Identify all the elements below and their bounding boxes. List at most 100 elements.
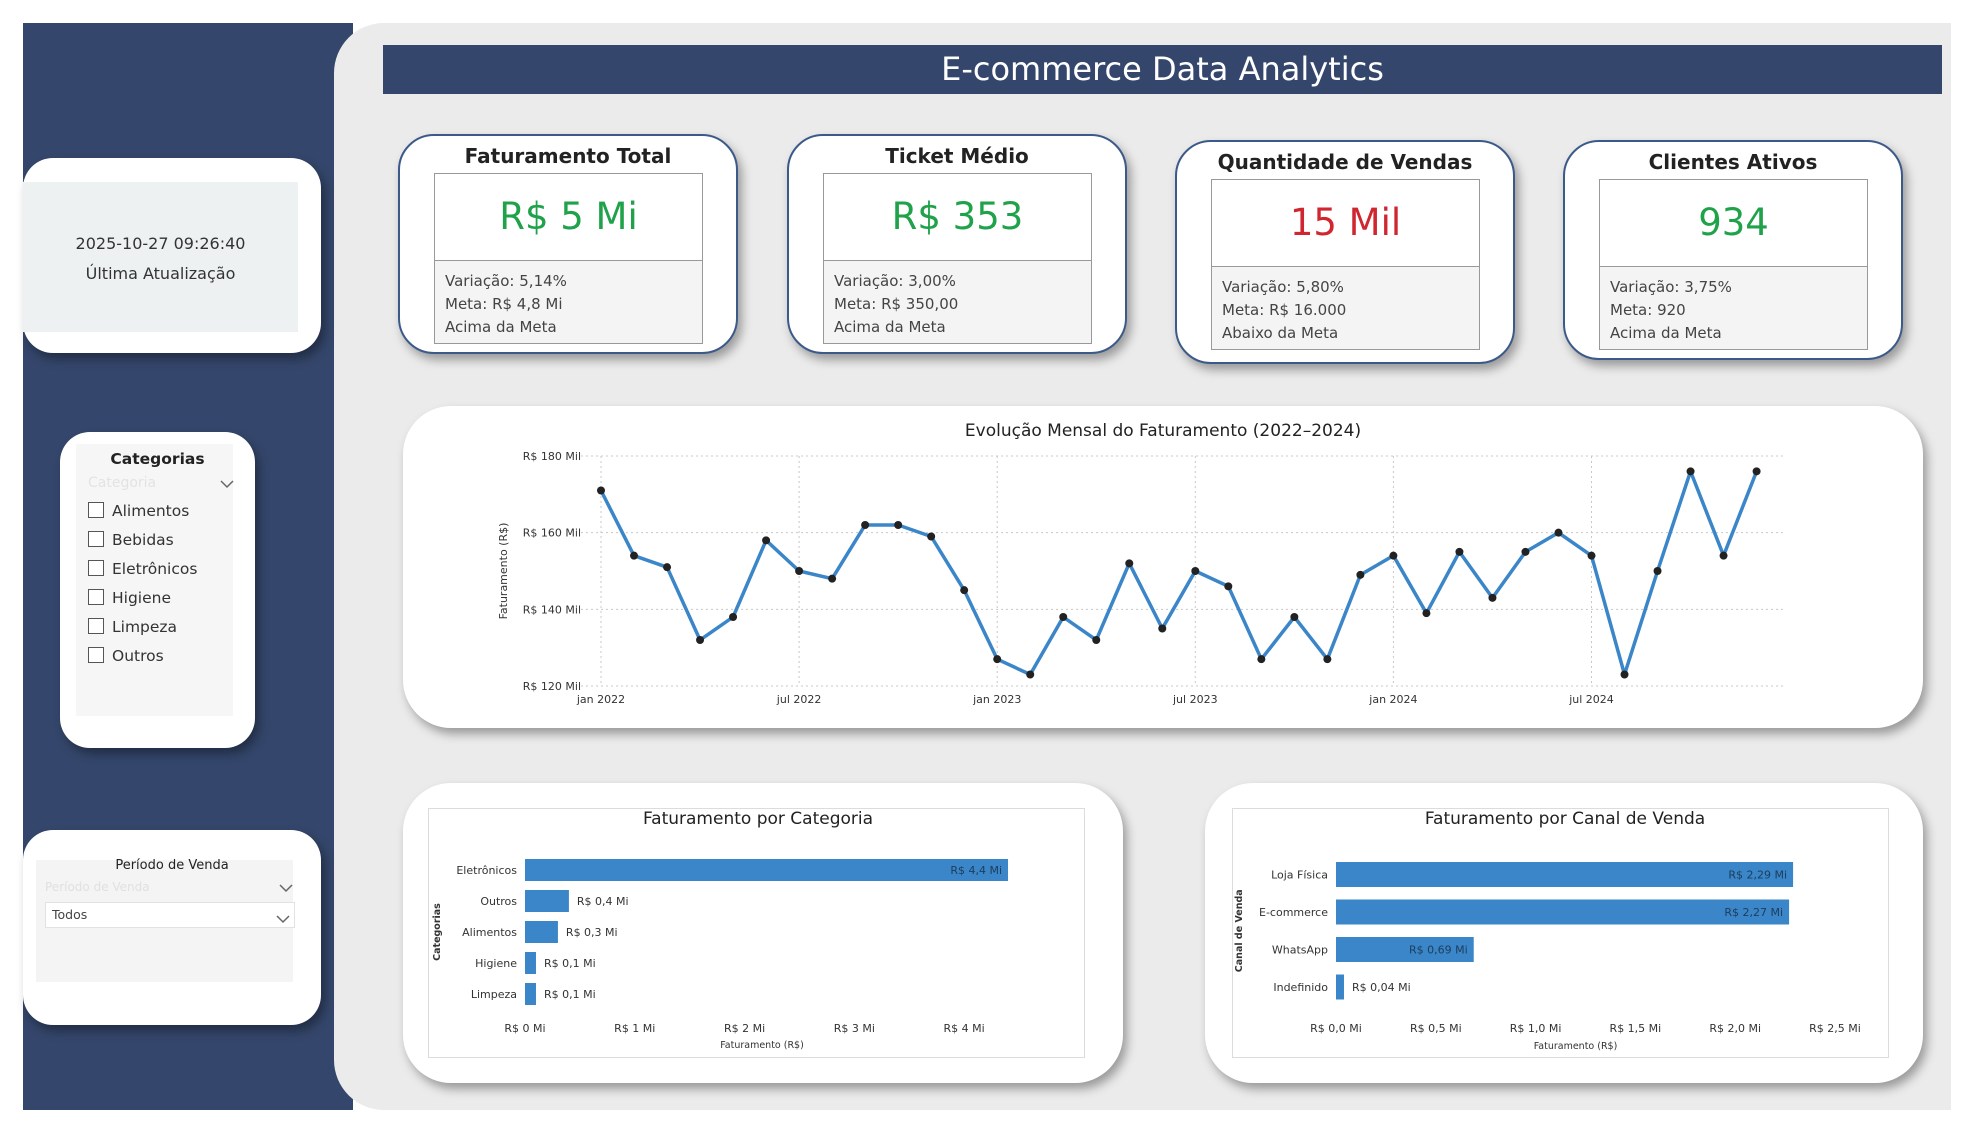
y-tick-label: R$ 120 Mil [523,680,581,693]
data-point [762,536,771,545]
kpi-title: Clientes Ativos [1648,150,1818,174]
kpi-status: Acima da Meta [1610,324,1722,342]
data-label: R$ 0,1 Mi [544,957,596,970]
kpi-details: Variação: 5,14% Meta: R$ 4,8 Mi Acima da… [434,261,703,344]
chart-title: Evolução Mensal do Faturamento (2022–202… [965,421,1361,441]
kpi-value: R$ 5 Mi [434,173,703,261]
data-point [1455,547,1464,556]
kpi-card-revenue: Faturamento Total R$ 5 Mi Variação: 5,14… [398,134,738,354]
data-point [1389,551,1398,560]
kpi-details: Variação: 3,00% Meta: R$ 350,00 Acima da… [823,261,1092,344]
data-label: R$ 2,29 Mi [1728,869,1787,882]
checkbox[interactable] [88,560,104,576]
data-point [597,486,605,495]
x-tick-label: R$ 1,0 Mi [1510,1022,1562,1035]
last-update-timestamp: 2025-10-27 09:26:40 [75,234,246,253]
kpi-variation: Variação: 3,75% [1610,278,1732,296]
kpi-goal: Meta: R$ 16.000 [1222,301,1347,319]
data-point [861,521,870,529]
kpi-details: Variação: 3,75% Meta: 920 Acima da Meta [1599,267,1868,350]
y-axis-label: Categorias [432,903,443,961]
data-point [1257,655,1266,664]
data-point [729,613,738,621]
data-point [1719,551,1728,560]
kpi-variation: Variação: 3,00% [834,272,956,290]
category-label: Limpeza [471,988,517,1001]
kpi-value: R$ 353 [823,173,1092,261]
category-label: Indefinido [1273,981,1328,994]
category-label: Limpeza [112,618,178,636]
data-point [1323,655,1332,664]
y-tick-label: R$ 140 Mil [523,603,581,616]
period-slicer: Período de Venda Período de Venda Todos [23,830,321,1025]
data-point [1125,559,1134,568]
categories-dropdown[interactable]: Categoria [88,472,238,492]
data-point [993,655,1002,664]
bar [1336,862,1794,887]
x-tick-label: R$ 1 Mi [614,1022,655,1035]
period-dropdown-header[interactable]: Período de Venda [45,876,295,894]
kpi-variation: Variação: 5,14% [445,272,567,290]
kpi-card-active-clients: Clientes Ativos 934 Variação: 3,75% Meta… [1563,140,1903,360]
chevron-down-icon [279,878,293,897]
data-point [663,563,672,572]
series-line [599,469,1759,677]
x-axis-label: Faturamento (R$) [720,1040,804,1051]
checkbox[interactable] [88,618,104,634]
x-tick-label: R$ 2 Mi [724,1022,765,1035]
category-label: E-commerce [1259,906,1328,919]
y-tick-label: R$ 180 Mil [523,450,581,463]
checkbox[interactable] [88,502,104,518]
bar [1336,974,1344,1000]
checkbox[interactable] [88,589,104,605]
x-tick-label: jul 2024 [1568,693,1614,706]
data-point [1587,551,1596,560]
data-point [1653,567,1662,575]
category-label: Eletrônicos [112,560,198,578]
category-label: Alimentos [112,502,190,520]
category-label: Higiene [112,589,172,607]
category-option-limpeza[interactable]: Limpeza [88,618,177,636]
category-option-higiene[interactable]: Higiene [88,589,171,607]
kpi-status: Acima da Meta [445,318,557,336]
checkbox[interactable] [88,531,104,547]
data-point [630,551,639,560]
kpi-status: Acima da Meta [834,318,946,336]
period-select[interactable]: Todos [45,902,295,928]
kpi-value: 15 Mil [1211,179,1480,267]
bar [525,921,558,943]
checkbox[interactable] [88,647,104,663]
x-tick-label: jan 2022 [576,693,625,706]
x-tick-label: R$ 0,0 Mi [1310,1022,1362,1035]
category-option-alimentos[interactable]: Alimentos [88,502,189,520]
data-point [1422,609,1431,618]
data-label: R$ 2,27 Mi [1724,906,1783,919]
categories-title: Categorias [110,450,205,468]
data-point [1620,670,1629,679]
kpi-title: Ticket Médio [885,144,1029,168]
data-point [894,521,903,529]
data-label: R$ 0,69 Mi [1409,944,1468,957]
category-label: Outros [112,647,164,665]
data-label: R$ 0,04 Mi [1352,981,1411,994]
data-point [1059,613,1068,621]
data-point [696,636,705,644]
data-point [1554,528,1563,537]
data-point [927,532,936,541]
x-tick-label: R$ 0,5 Mi [1410,1022,1462,1035]
last-update-inner: 2025-10-27 09:26:40 Última Atualização [23,182,298,332]
last-update-panel: 2025-10-27 09:26:40 Última Atualização [23,158,321,353]
data-label: R$ 0,3 Mi [566,926,618,939]
data-point [1290,613,1299,621]
category-option-outros[interactable]: Outros [88,647,164,665]
category-label: Loja Física [1271,869,1328,882]
category-option-eletronicos[interactable]: Eletrônicos [88,560,197,578]
period-placeholder: Período de Venda [45,880,150,894]
category-label: Eletrônicos [456,864,517,877]
bar [525,890,569,912]
category-option-bebidas[interactable]: Bebidas [88,531,174,549]
x-tick-label: jan 2023 [972,693,1021,706]
chart-title: Faturamento por Categoria [643,809,873,829]
bar [525,983,536,1005]
monthly-revenue-line-chart: Evolução Mensal do Faturamento (2022–202… [497,421,1783,706]
